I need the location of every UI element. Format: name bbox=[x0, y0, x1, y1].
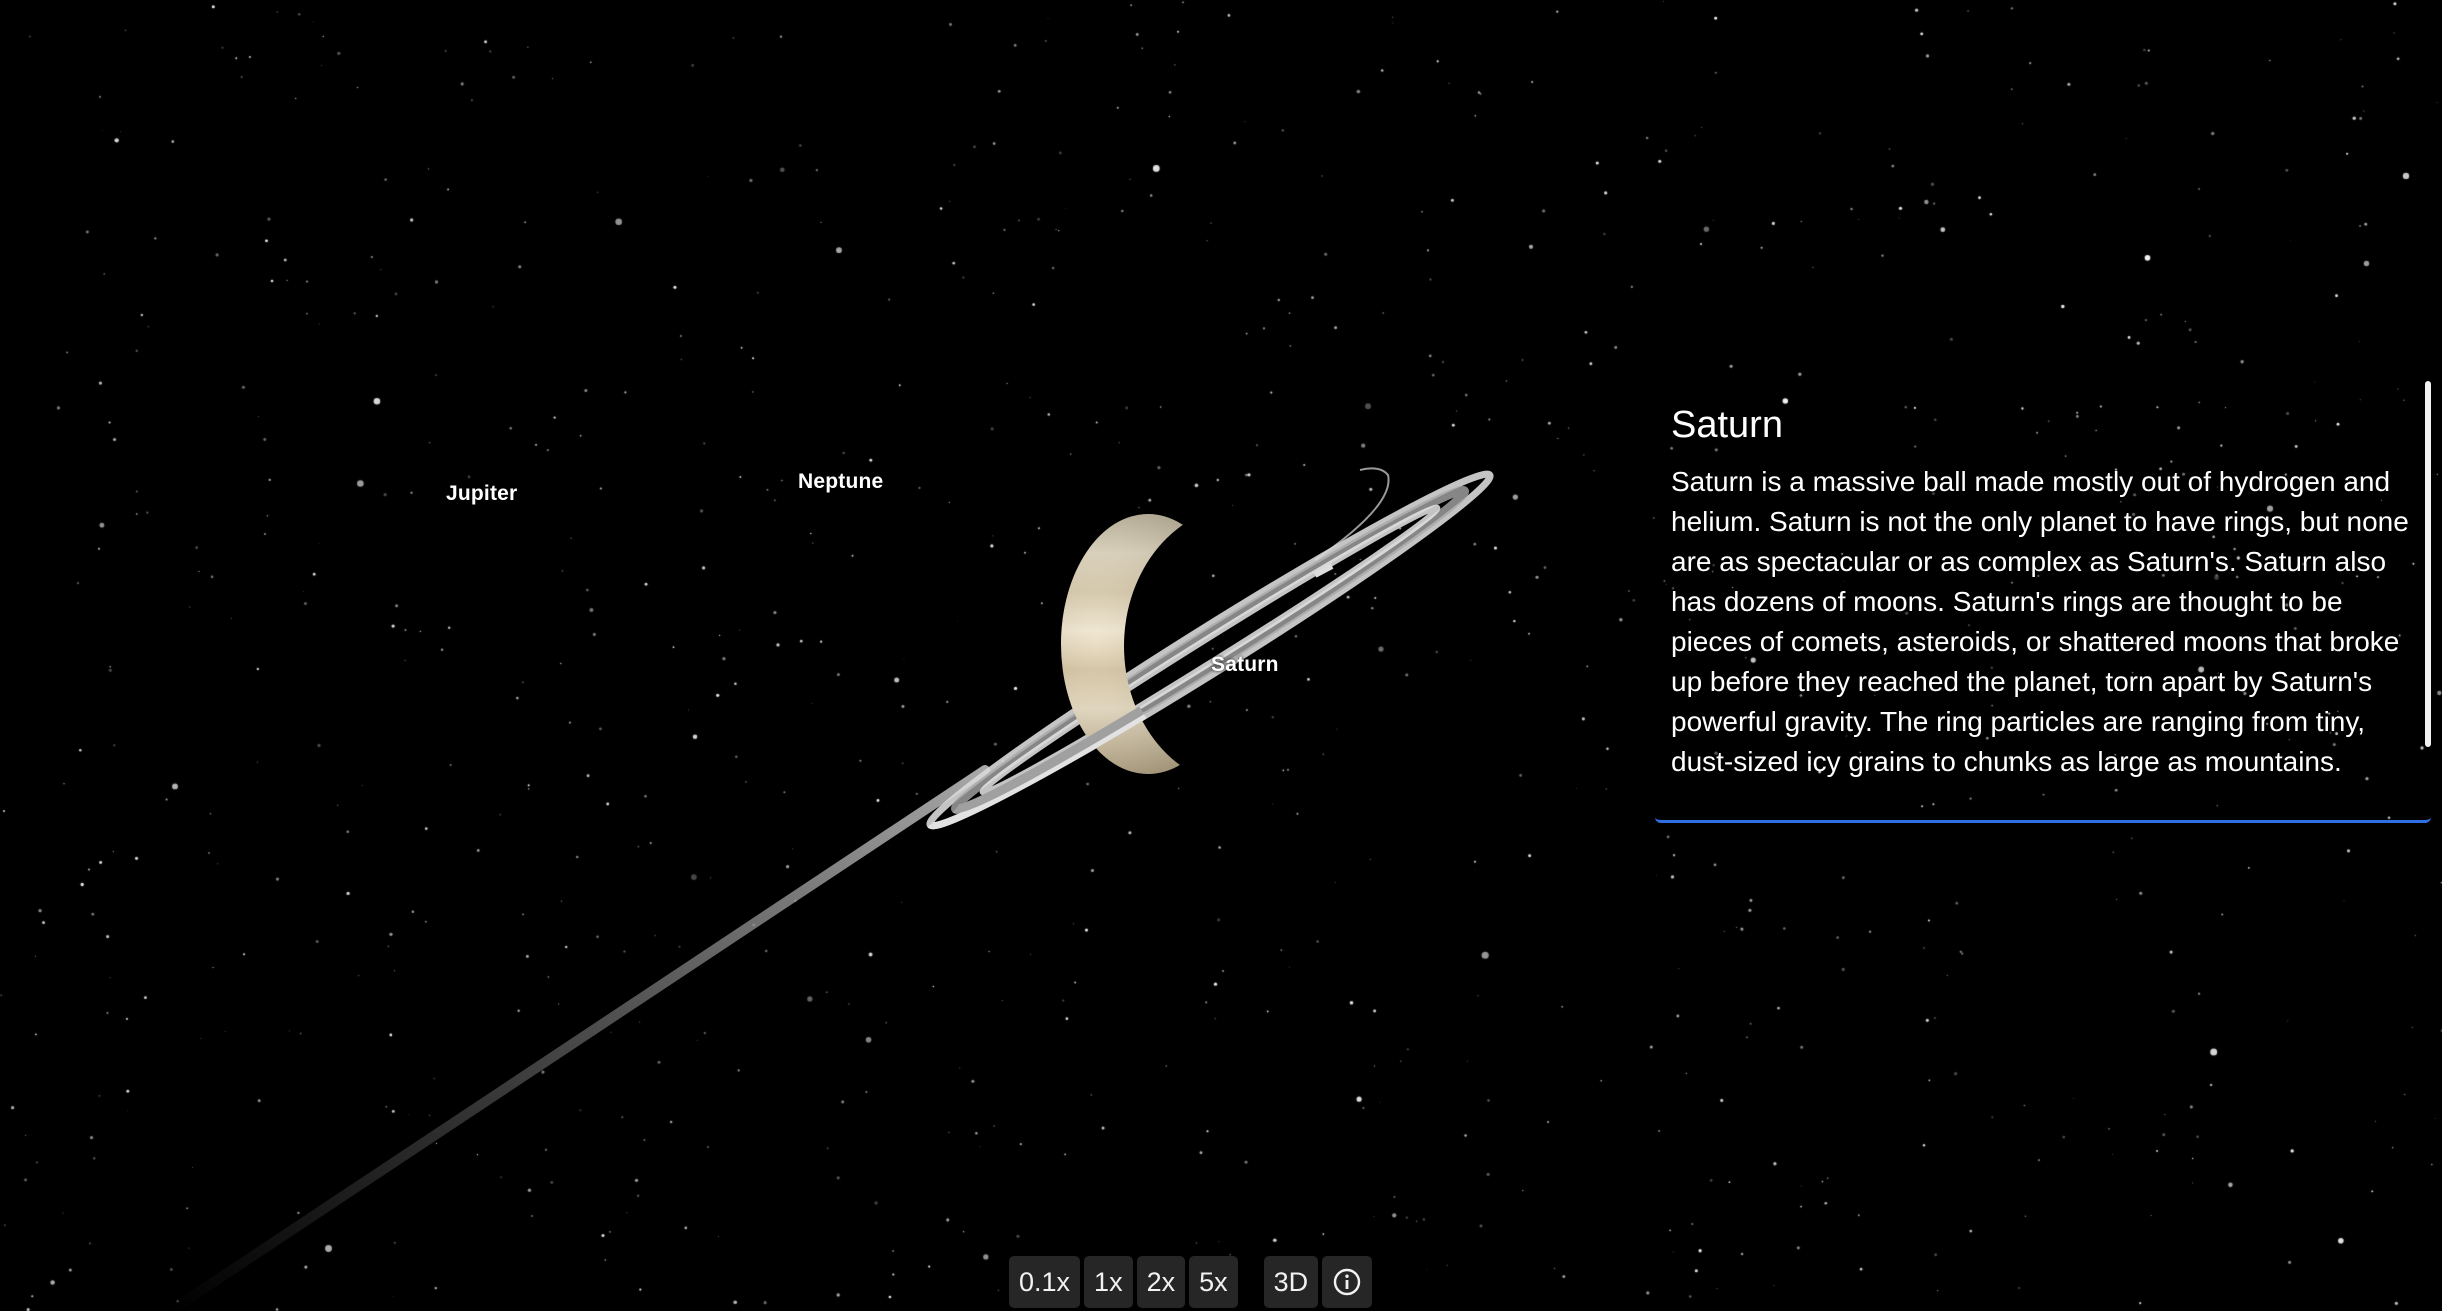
info-panel-description: Saturn is a massive ball made mostly out… bbox=[1671, 466, 2409, 777]
speed-1x-button[interactable]: 1x bbox=[1084, 1256, 1133, 1308]
planet-label-saturn[interactable]: Saturn bbox=[1211, 653, 1279, 677]
view-3d-button[interactable]: 3D bbox=[1263, 1256, 1319, 1308]
planet-info-panel[interactable]: Saturn Saturn is a massive ball made mos… bbox=[1655, 381, 2431, 823]
speed-5x-button[interactable]: 5x bbox=[1189, 1256, 1238, 1308]
planet-label-jupiter[interactable]: Jupiter bbox=[446, 482, 517, 506]
orbit-trail bbox=[165, 765, 990, 1311]
saturn-planet bbox=[1061, 514, 1235, 774]
info-panel-title: Saturn bbox=[1671, 404, 1783, 446]
speed-0-1x-button[interactable]: 0.1x bbox=[1009, 1256, 1081, 1308]
planet-label-neptune[interactable]: Neptune bbox=[798, 470, 883, 494]
info-panel-scrollbar[interactable] bbox=[2425, 381, 2431, 747]
info-icon bbox=[1332, 1267, 1362, 1297]
simulation-toolbar: 0.1x 1x 2x 5x 3D bbox=[1009, 1256, 1373, 1308]
speed-2x-button[interactable]: 2x bbox=[1136, 1256, 1186, 1308]
space-scene[interactable]: Jupiter Neptune Saturn Saturn Saturn is … bbox=[0, 0, 2442, 1311]
info-button[interactable] bbox=[1322, 1256, 1373, 1308]
